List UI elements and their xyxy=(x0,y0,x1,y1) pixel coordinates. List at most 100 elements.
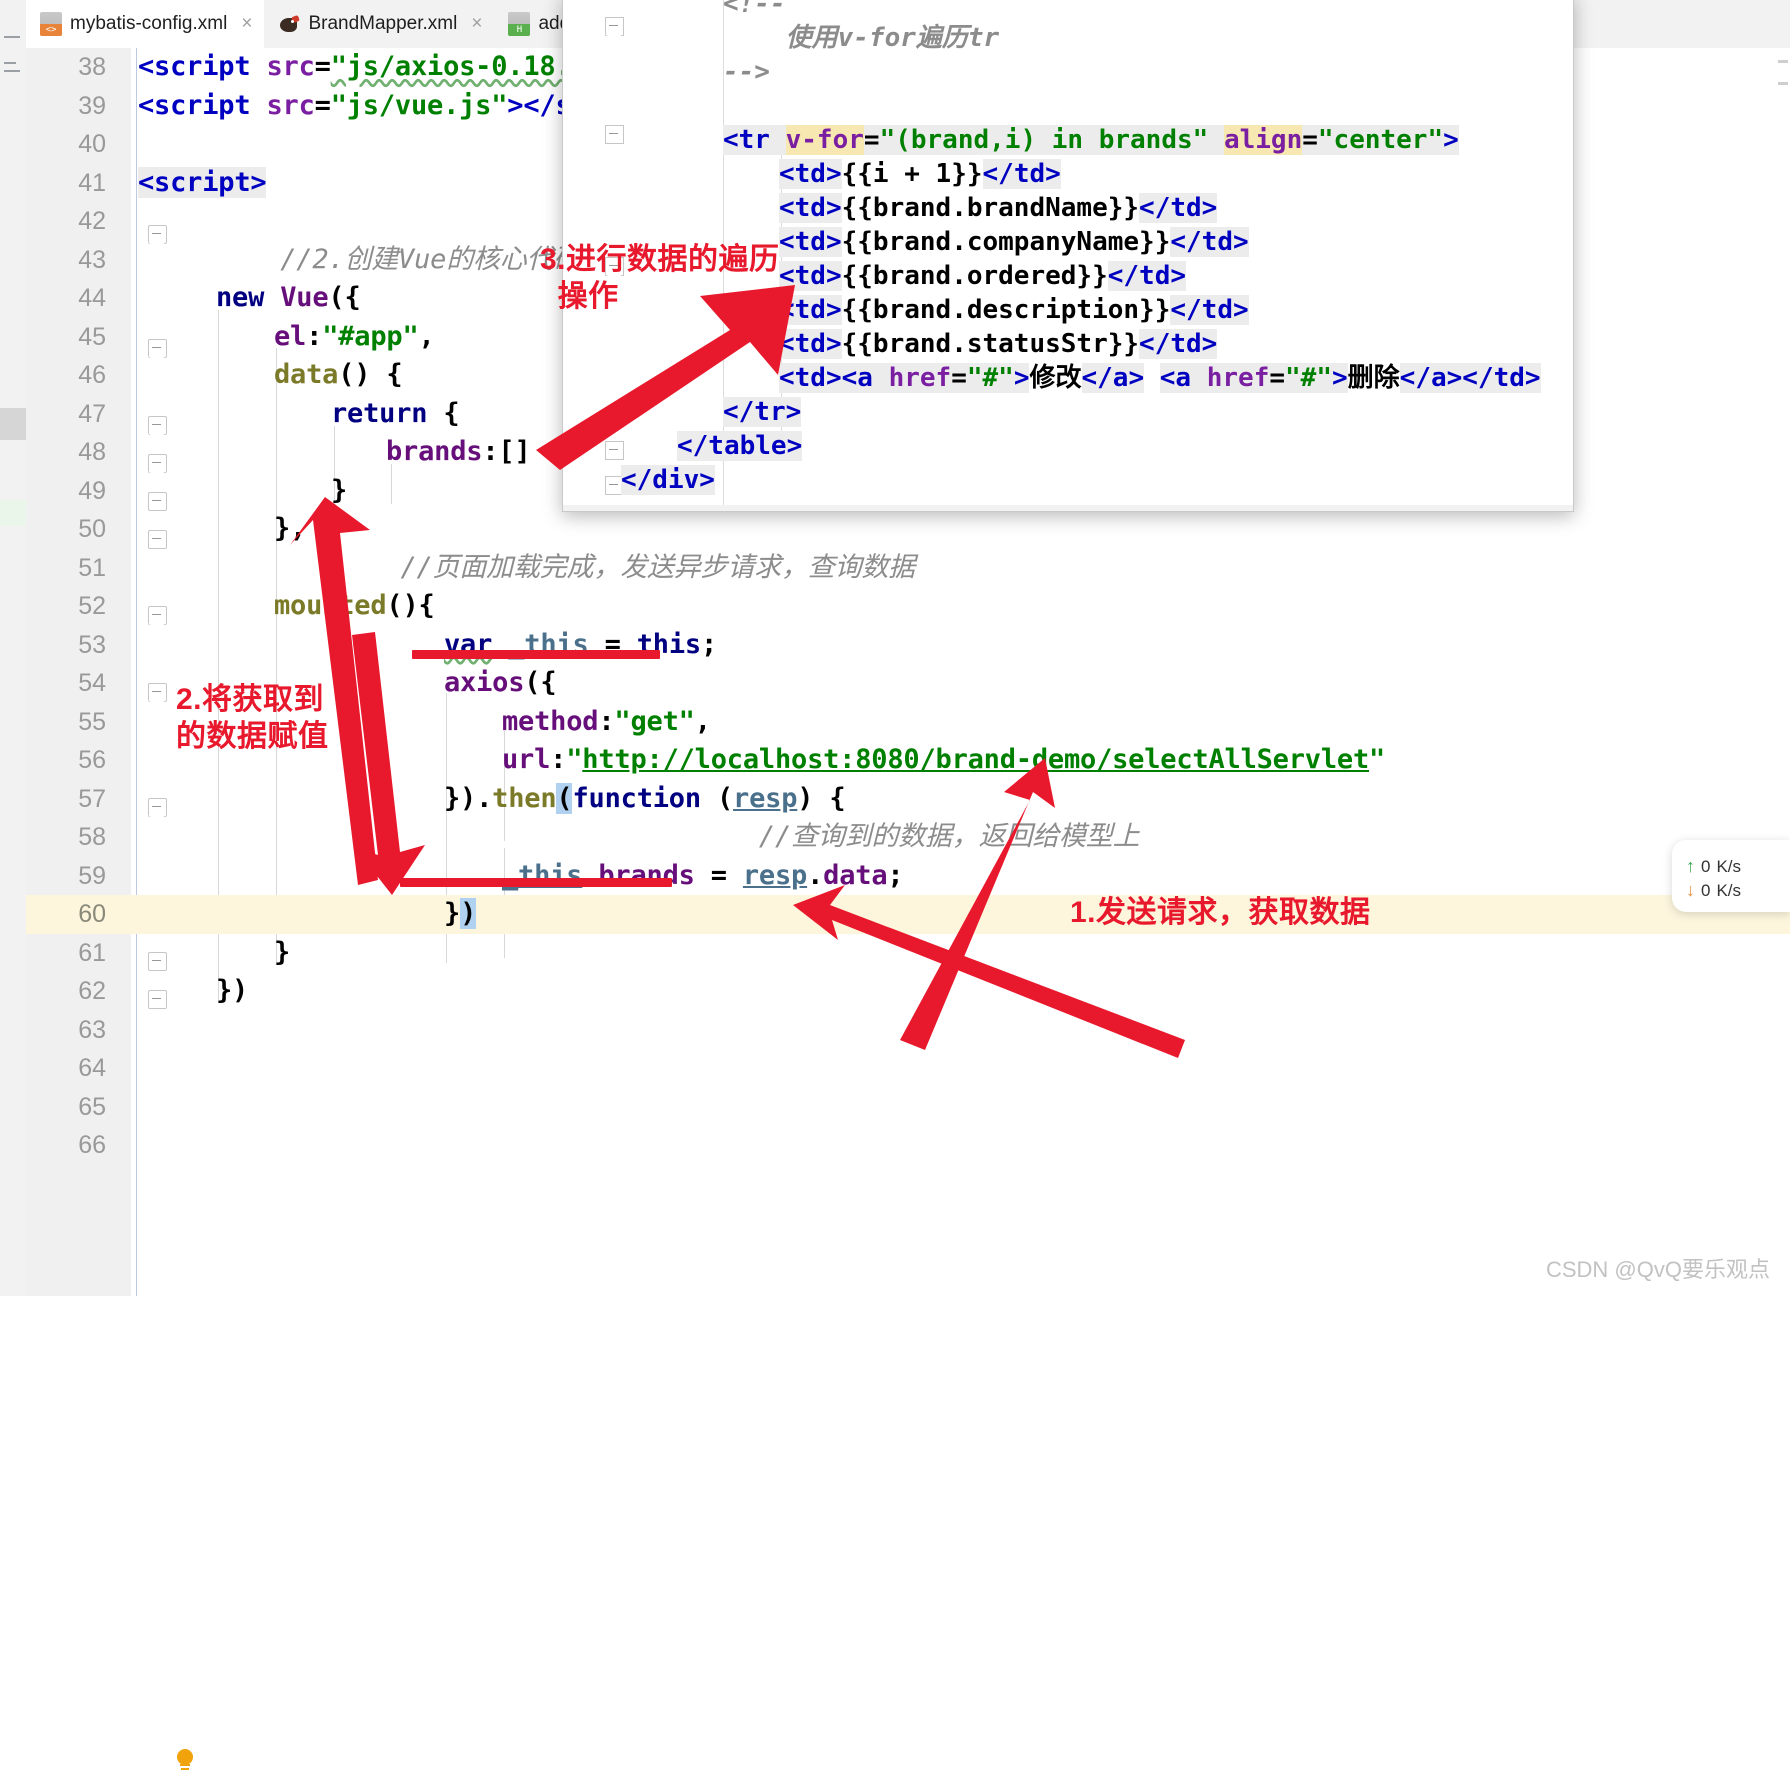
line-content: mounted(){ xyxy=(274,590,435,621)
popup-code-line: </table> xyxy=(563,429,1573,464)
underline-bar-brands-assign xyxy=(400,878,672,887)
line-number: 43 xyxy=(78,245,106,274)
tab-close-icon[interactable]: × xyxy=(471,13,482,35)
code-line[interactable]: 66 xyxy=(26,1126,1790,1165)
code-line[interactable]: 64 xyxy=(26,1049,1790,1088)
upload-speed-row: ↑ 0 K/s xyxy=(1686,856,1741,877)
upload-unit: K/s xyxy=(1716,856,1742,876)
html-file-icon xyxy=(508,12,531,36)
popup-code-line: <td>{{brand.brandName}}</td> xyxy=(563,191,1573,226)
code-line[interactable]: 61 } xyxy=(26,934,1790,973)
line-number: 64 xyxy=(78,1054,106,1082)
line-content: method:"get", xyxy=(502,705,711,737)
line-number: 59 xyxy=(78,861,106,890)
line-number: 66 xyxy=(78,1131,106,1159)
line-content: <td>{{brand.ordered}}</td> xyxy=(779,261,1187,291)
ide-window: mybatis-config.xml × BrandMapper.xml × a… xyxy=(0,0,1790,1770)
line-number: 45 xyxy=(78,322,106,351)
line-content: </div> xyxy=(621,465,715,495)
code-line-current[interactable]: 60 }) xyxy=(26,895,1790,1770)
line-content: url:"http://localhost:8080/brand-demo/se… xyxy=(502,744,1386,775)
structure-icon-2[interactable] xyxy=(4,70,20,72)
code-line[interactable]: 51 //页面加载完成，发送异步请求，查询数据 xyxy=(26,549,1790,588)
line-content: }) xyxy=(216,975,249,1006)
line-content: <td><a href="#">修改</a> <a href="#">删除</a… xyxy=(779,363,1541,393)
line-content: } xyxy=(274,936,291,968)
popup-code-line: --> xyxy=(563,55,1573,90)
line-number: 50 xyxy=(78,515,106,543)
down-arrow-icon: ↓ xyxy=(1686,880,1695,900)
line-number: 42 xyxy=(78,207,106,235)
popup-code-line: </tr> xyxy=(563,395,1573,430)
line-number: 47 xyxy=(78,399,106,428)
line-content: <!-- xyxy=(723,0,786,19)
line-number: 61 xyxy=(78,938,106,967)
line-number: 41 xyxy=(78,168,106,197)
code-line[interactable]: 50 }, xyxy=(26,510,1790,549)
line-number: 56 xyxy=(78,746,106,774)
structure-icon[interactable] xyxy=(4,62,16,64)
up-arrow-icon: ↑ xyxy=(1686,856,1695,876)
line-number: 51 xyxy=(78,553,106,582)
tab-label: mybatis-config.xml xyxy=(70,13,228,34)
scroll-marker xyxy=(1778,82,1788,85)
popup-code-line: <td><a href="#">修改</a> <a href="#">删除</a… xyxy=(563,361,1573,396)
line-number: 54 xyxy=(78,669,106,697)
tab-brand-mapper[interactable]: BrandMapper.xml × xyxy=(264,0,494,48)
code-line[interactable]: 57 }).then(function (resp) { xyxy=(26,780,1790,819)
line-number: 57 xyxy=(78,784,106,813)
code-line[interactable]: 63 xyxy=(26,1011,1790,1050)
line-content: //页面加载完成，发送异步请求，查询数据 xyxy=(272,551,915,583)
line-number: 48 xyxy=(78,438,106,466)
code-line[interactable]: 52 mounted(){ xyxy=(26,587,1790,626)
line-number: 58 xyxy=(78,823,106,851)
line-content: 使用v-for遍历tr xyxy=(723,23,1000,53)
popup-code-line: <td>{{i + 1}}</td> xyxy=(563,157,1573,192)
line-number: 44 xyxy=(78,284,106,312)
left-tool-strip xyxy=(0,0,27,1296)
line-number: 63 xyxy=(78,1015,106,1044)
code-line[interactable]: 58 //查询到的数据，返回给模型上 xyxy=(26,818,1790,857)
watermark: CSDN @QvQ要乐观点 xyxy=(1545,1257,1770,1282)
line-number: 52 xyxy=(78,592,106,620)
download-value: 0 xyxy=(1701,880,1711,900)
code-line[interactable]: 62 }) xyxy=(26,972,1790,1011)
line-content: <td>{{brand.statusStr}}</td> xyxy=(779,329,1218,359)
line-content: //查询到的数据，返回给模型上 xyxy=(502,821,1140,852)
line-number: 40 xyxy=(78,130,106,158)
popup-code-line: 使用v-for遍历tr xyxy=(563,21,1573,56)
code-line[interactable]: 59 _this.brands = resp.data; xyxy=(26,857,1790,896)
line-content: <td>{{i + 1}}</td> xyxy=(779,159,1061,189)
line-content: --> xyxy=(723,57,770,87)
line-number: 46 xyxy=(78,361,106,389)
menu-icon[interactable] xyxy=(4,36,20,38)
tool-strip-indicator xyxy=(0,500,26,526)
underline-bar-var-this xyxy=(412,650,660,659)
tab-mybatis-config[interactable]: mybatis-config.xml × xyxy=(26,0,265,48)
line-content: <td>{{brand.brandName}}</td> xyxy=(779,193,1218,223)
line-content: _this.brands = resp.data; xyxy=(502,859,904,891)
line-content: </table> xyxy=(677,431,803,461)
tab-close-icon[interactable]: × xyxy=(241,13,252,35)
annotation-1: 1.发送请求，获取数据 xyxy=(1070,896,1371,929)
line-number: 62 xyxy=(78,977,106,1005)
code-line[interactable]: 53 var _this = this; xyxy=(26,626,1790,665)
line-content: <td>{{brand.description}}</td> xyxy=(779,295,1249,325)
line-number: 65 xyxy=(78,1092,106,1121)
popup-scrollbar[interactable] xyxy=(563,505,1573,511)
intention-bulb-icon[interactable] xyxy=(174,1749,196,1775)
line-number: 53 xyxy=(78,630,106,659)
annotation-2: 2.将获取到 的数据赋值 xyxy=(176,683,329,753)
scroll-marker xyxy=(1778,60,1788,63)
network-speed-widget[interactable]: ↑ 0 K/s ↓ 0 K/s xyxy=(1672,840,1790,912)
line-content: <td>{{brand.companyName}}</td> xyxy=(779,227,1249,257)
popup-code-line: <!-- xyxy=(563,0,1573,22)
line-number: 38 xyxy=(78,53,106,81)
line-content: <tr v-for="(brand,i) in brands" align="c… xyxy=(723,125,1459,155)
download-unit: K/s xyxy=(1716,880,1742,900)
line-content: </tr> xyxy=(723,397,802,427)
xml-file-icon xyxy=(40,12,62,36)
mybatis-bird-icon xyxy=(278,12,301,36)
popup-code-line: </div> xyxy=(563,463,1573,498)
code-line[interactable]: 65 xyxy=(26,1088,1790,1127)
